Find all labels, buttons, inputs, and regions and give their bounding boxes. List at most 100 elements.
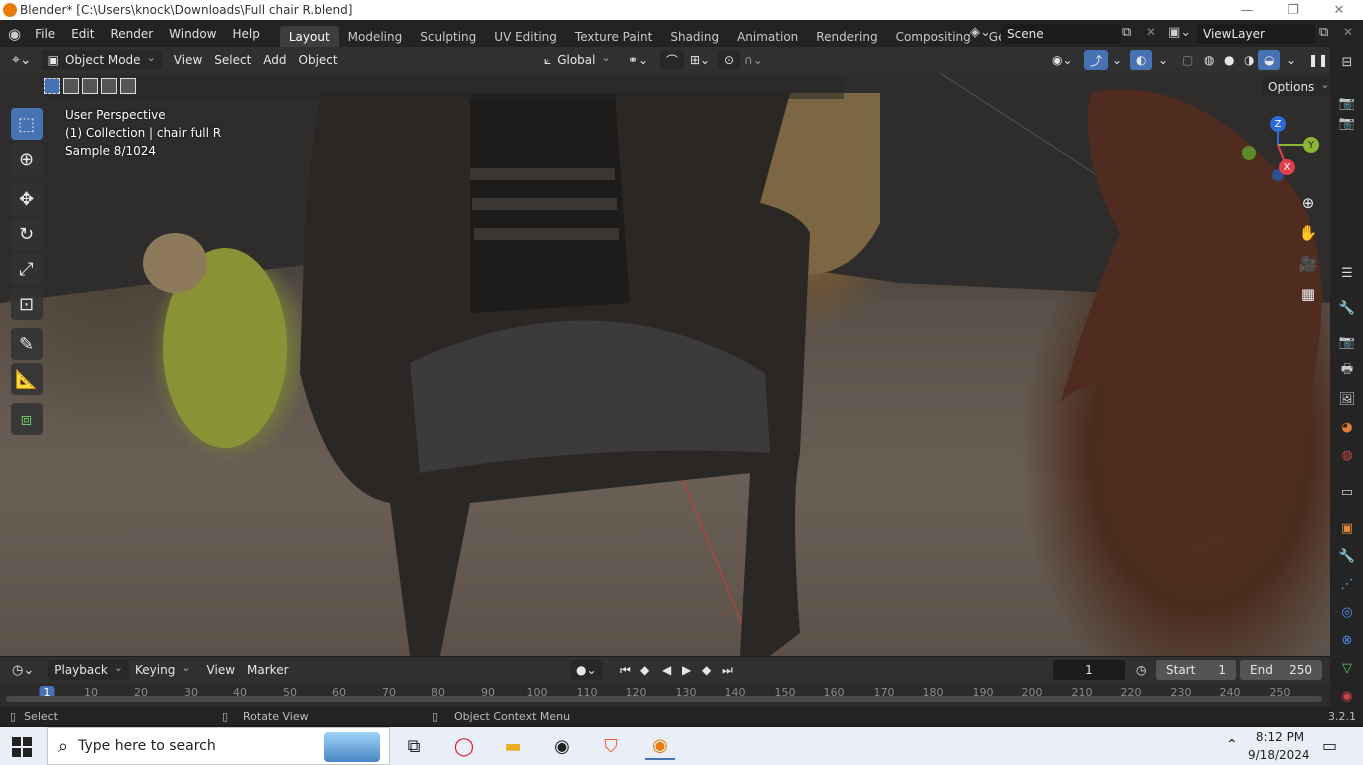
object-properties-icon[interactable]: ▣ xyxy=(1338,519,1356,537)
windows-start-icon[interactable] xyxy=(12,737,32,757)
visibility-icon[interactable]: ◉⌄ xyxy=(1046,50,1079,70)
tool-settings-icon[interactable]: 🔧 xyxy=(1338,299,1356,317)
properties-editor-icon[interactable]: ☰ xyxy=(1338,264,1356,282)
output-properties-icon[interactable]: 🖶 xyxy=(1338,362,1356,380)
3d-viewport[interactable]: ⬚ ⊕ ✥ ↻ ⤢ ⊡ ✎ 📐 ⧈ User Perspective (1) C… xyxy=(0,73,1330,656)
play-icon[interactable]: ▶ xyxy=(676,660,697,680)
shading-dropdown-icon[interactable]: ⌄ xyxy=(1280,50,1302,70)
tool-measure[interactable]: 📐 xyxy=(6,361,47,397)
tab-sculpting[interactable]: Sculpting xyxy=(411,26,485,47)
timeline-editor-type-icon[interactable]: ◷⌄ xyxy=(6,660,40,680)
falloff-icon[interactable]: ∩⌄ xyxy=(738,50,769,70)
menu-help[interactable]: Help xyxy=(225,20,268,47)
tab-shading[interactable]: Shading xyxy=(661,26,728,47)
remove-view-layer-icon[interactable]: ✕ xyxy=(1343,25,1353,39)
world-properties-icon[interactable]: ◍ xyxy=(1338,446,1356,464)
tab-compositing[interactable]: Compositing xyxy=(887,26,980,47)
camera-view-icon[interactable]: 🎥 xyxy=(1295,251,1321,277)
select-extend-icon[interactable] xyxy=(63,78,79,94)
unreal-engine-icon[interactable]: ◉ xyxy=(547,732,577,760)
snap-target-icon[interactable]: ⊞⌄ xyxy=(684,50,716,70)
play-reverse-icon[interactable]: ◀ xyxy=(656,660,677,680)
gizmo-dropdown-icon[interactable]: ⌄ xyxy=(1106,50,1128,70)
select-new-icon[interactable] xyxy=(44,78,60,94)
snap-icon[interactable]: ⌒ xyxy=(660,50,685,70)
pivot-point-icon[interactable]: ⚭⌄ xyxy=(622,50,654,70)
tab-texture-paint[interactable]: Texture Paint xyxy=(566,26,661,47)
rendered-shading-icon[interactable]: ◒ xyxy=(1258,50,1281,70)
blender-taskbar-icon[interactable]: ◉ xyxy=(645,732,675,760)
select-intersect-icon[interactable] xyxy=(120,78,136,94)
pan-hand-icon[interactable]: ✋ xyxy=(1295,220,1321,246)
camera-alt-icon[interactable]: 📷 xyxy=(1338,114,1356,132)
tab-uv-editing[interactable]: UV Editing xyxy=(485,26,566,47)
gizmo-x[interactable]: X xyxy=(1279,159,1295,175)
modifier-properties-icon[interactable]: 🔧 xyxy=(1338,547,1356,565)
file-explorer-icon[interactable]: ▬ xyxy=(498,732,528,760)
scene-properties-icon[interactable]: ◕ xyxy=(1338,418,1356,436)
end-frame-field[interactable]: End 250 xyxy=(1240,660,1322,680)
data-properties-icon[interactable]: ▽ xyxy=(1338,659,1356,677)
render-properties-icon[interactable]: 📷 xyxy=(1338,333,1356,351)
tool-annotate[interactable]: ✎ xyxy=(6,326,47,362)
tool-rotate[interactable]: ↻ xyxy=(6,216,47,252)
maximize-button[interactable]: ❐ xyxy=(1270,0,1316,20)
menu-keying[interactable]: Keying xyxy=(129,660,197,680)
mode-dropdown[interactable]: ▣ Object Mode xyxy=(41,50,162,70)
editor-type-icon[interactable]: ⌖⌄ xyxy=(6,50,38,70)
close-button[interactable]: ✕ xyxy=(1316,0,1362,20)
scene-selector-icon[interactable]: ◈⌄ xyxy=(970,25,991,40)
menu-render[interactable]: Render xyxy=(102,20,161,47)
navigation-gizmo[interactable]: Z Y X xyxy=(1240,113,1325,188)
task-view-icon[interactable]: ⧉ xyxy=(399,732,429,760)
transform-orientation-dropdown[interactable]: ⟀ Global xyxy=(538,50,617,70)
overlays-toggle-icon[interactable]: ◐ xyxy=(1130,50,1153,70)
opera-icon[interactable]: ◯ xyxy=(449,732,479,760)
tool-move[interactable]: ✥ xyxy=(6,181,47,217)
gizmo-toggle-icon[interactable]: ⤴ xyxy=(1084,50,1109,70)
collection-properties-icon[interactable]: ▭ xyxy=(1338,483,1356,501)
timeline-ruler[interactable]: 1 10 20 30 40 50 60 70 80 90 100 110 120… xyxy=(0,683,1330,707)
minimize-button[interactable]: — xyxy=(1224,0,1270,20)
clock-date[interactable]: 9/18/2024 xyxy=(1248,748,1310,762)
editor-type-properties-icon[interactable]: ⊟ xyxy=(1338,53,1356,71)
new-scene-icon[interactable]: ⧉ xyxy=(1122,25,1131,40)
scene-field[interactable]: Scene xyxy=(1001,24,1121,44)
tool-select-box[interactable]: ⬚ xyxy=(6,106,47,142)
menu-object[interactable]: Object xyxy=(293,50,344,70)
camera-icon[interactable]: 📷 xyxy=(1338,94,1356,112)
tool-cursor[interactable]: ⊕ xyxy=(6,141,47,177)
auto-keying-icon[interactable]: ●⌄ xyxy=(570,660,603,680)
clock-time[interactable]: 8:12 PM xyxy=(1254,730,1306,744)
notifications-icon[interactable]: ▭ xyxy=(1322,736,1337,755)
taskbar-search-box[interactable]: ⌕ Type here to search xyxy=(47,727,390,765)
menu-window[interactable]: Window xyxy=(161,20,224,47)
blender-menu-icon[interactable]: ◉ xyxy=(0,20,27,47)
select-difference-icon[interactable] xyxy=(101,78,117,94)
menu-marker[interactable]: Marker xyxy=(241,660,294,680)
gizmo-y[interactable]: Y xyxy=(1303,137,1319,153)
tab-modeling[interactable]: Modeling xyxy=(339,26,412,47)
proportional-editing-icon[interactable]: ⊙ xyxy=(718,50,741,70)
material-properties-icon[interactable]: ◉ xyxy=(1338,687,1356,705)
menu-view[interactable]: View xyxy=(168,50,208,70)
particles-properties-icon[interactable]: ⋰ xyxy=(1338,575,1356,593)
menu-add[interactable]: Add xyxy=(257,50,292,70)
start-frame-field[interactable]: Start 1 xyxy=(1156,660,1236,680)
jump-prev-keyframe-icon[interactable]: ◆ xyxy=(634,660,655,680)
remove-scene-icon[interactable]: ✕ xyxy=(1146,25,1156,39)
preview-range-icon[interactable]: ◷ xyxy=(1130,660,1152,680)
overlays-dropdown-icon[interactable]: ⌄ xyxy=(1152,50,1174,70)
current-frame-field[interactable]: 1 xyxy=(1053,660,1125,680)
timeline-menu-view[interactable]: View xyxy=(201,660,241,680)
menu-edit[interactable]: Edit xyxy=(63,20,102,47)
timeline-scrollbar[interactable] xyxy=(6,696,1322,702)
tool-scale[interactable]: ⤢ xyxy=(6,251,47,287)
tab-rendering[interactable]: Rendering xyxy=(807,26,886,47)
gizmo-z[interactable]: Z xyxy=(1270,116,1286,132)
brave-icon[interactable]: ⛉ xyxy=(596,732,626,760)
tab-layout[interactable]: Layout xyxy=(279,26,339,47)
tool-add-cube[interactable]: ⧈ xyxy=(6,401,47,437)
view-layer-field[interactable]: ViewLayer xyxy=(1197,24,1315,44)
ortho-toggle-icon[interactable]: ▦ xyxy=(1295,281,1321,307)
